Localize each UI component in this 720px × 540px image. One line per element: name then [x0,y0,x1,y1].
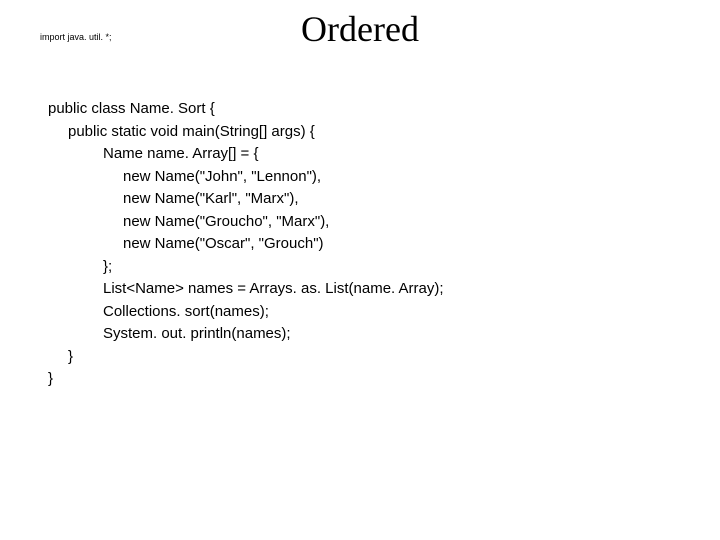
code-line: new Name("Oscar", "Grouch") [48,233,444,256]
code-line: } [48,368,444,391]
code-line: } [48,346,444,369]
code-block: public class Name. Sort { public static … [48,98,444,391]
code-line: Name name. Array[] = { [48,143,444,166]
code-line: new Name("Groucho", "Marx"), [48,211,444,234]
code-line: public static void main(String[] args) { [48,121,444,144]
code-line: new Name("Karl", "Marx"), [48,188,444,211]
header-row: import java. util. *; Ordered [0,0,720,70]
code-line: public class Name. Sort { [48,98,444,121]
slide-title: Ordered [0,8,720,50]
code-line: Collections. sort(names); [48,301,444,324]
code-line: List<Name> names = Arrays. as. List(name… [48,278,444,301]
code-line: new Name("John", "Lennon"), [48,166,444,189]
code-line: }; [48,256,444,279]
code-line: System. out. println(names); [48,323,444,346]
